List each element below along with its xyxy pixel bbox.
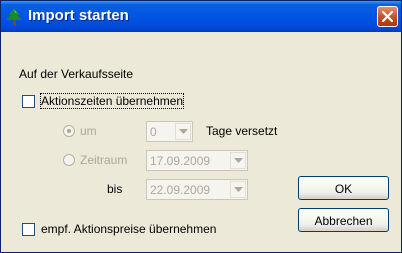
- aktionspreise-label[interactable]: empf. Aktionspreise übernehmen: [41, 222, 216, 236]
- bis-label: bis: [107, 182, 123, 196]
- chevron-down-icon: [179, 129, 188, 134]
- window-title: Import starten: [28, 7, 129, 24]
- date-to-select[interactable]: 22.09.2009: [146, 179, 248, 200]
- radio-selected-dot: [67, 129, 71, 133]
- tree-icon: [5, 7, 23, 27]
- um-radio[interactable]: [63, 125, 75, 137]
- zeitraum-label: Zeitraum: [80, 153, 128, 167]
- cancel-button[interactable]: Abbrechen: [298, 208, 389, 232]
- close-icon: [382, 11, 393, 22]
- chevron-down-icon: [234, 158, 243, 163]
- aktionszeiten-label[interactable]: Aktionszeiten übernehmen: [39, 93, 185, 109]
- um-label: um: [80, 124, 97, 138]
- date-to-value: 22.09.2009: [150, 183, 211, 197]
- date-from-dropdown-button[interactable]: [230, 152, 246, 169]
- date-to-dropdown-button[interactable]: [230, 181, 246, 198]
- date-from-select[interactable]: 17.09.2009: [146, 150, 248, 171]
- date-from-value: 17.09.2009: [150, 154, 211, 168]
- title-bar[interactable]: Import starten: [1, 1, 401, 32]
- import-dialog: Import starten Auf der Verkaufsseite Akt…: [0, 0, 402, 253]
- section-label: Auf der Verkaufsseite: [19, 67, 134, 81]
- chevron-down-icon: [234, 187, 243, 192]
- ok-button[interactable]: OK: [298, 176, 389, 200]
- days-offset-dropdown-button[interactable]: [175, 123, 191, 140]
- days-offset-value: 0: [150, 125, 157, 139]
- aktionszeiten-checkbox[interactable]: [22, 95, 35, 108]
- days-offset-suffix: Tage versetzt: [206, 124, 278, 138]
- zeitraum-radio[interactable]: [63, 154, 75, 166]
- days-offset-select[interactable]: 0: [146, 121, 193, 142]
- close-button[interactable]: [377, 6, 398, 27]
- aktionspreise-checkbox[interactable]: [22, 223, 35, 236]
